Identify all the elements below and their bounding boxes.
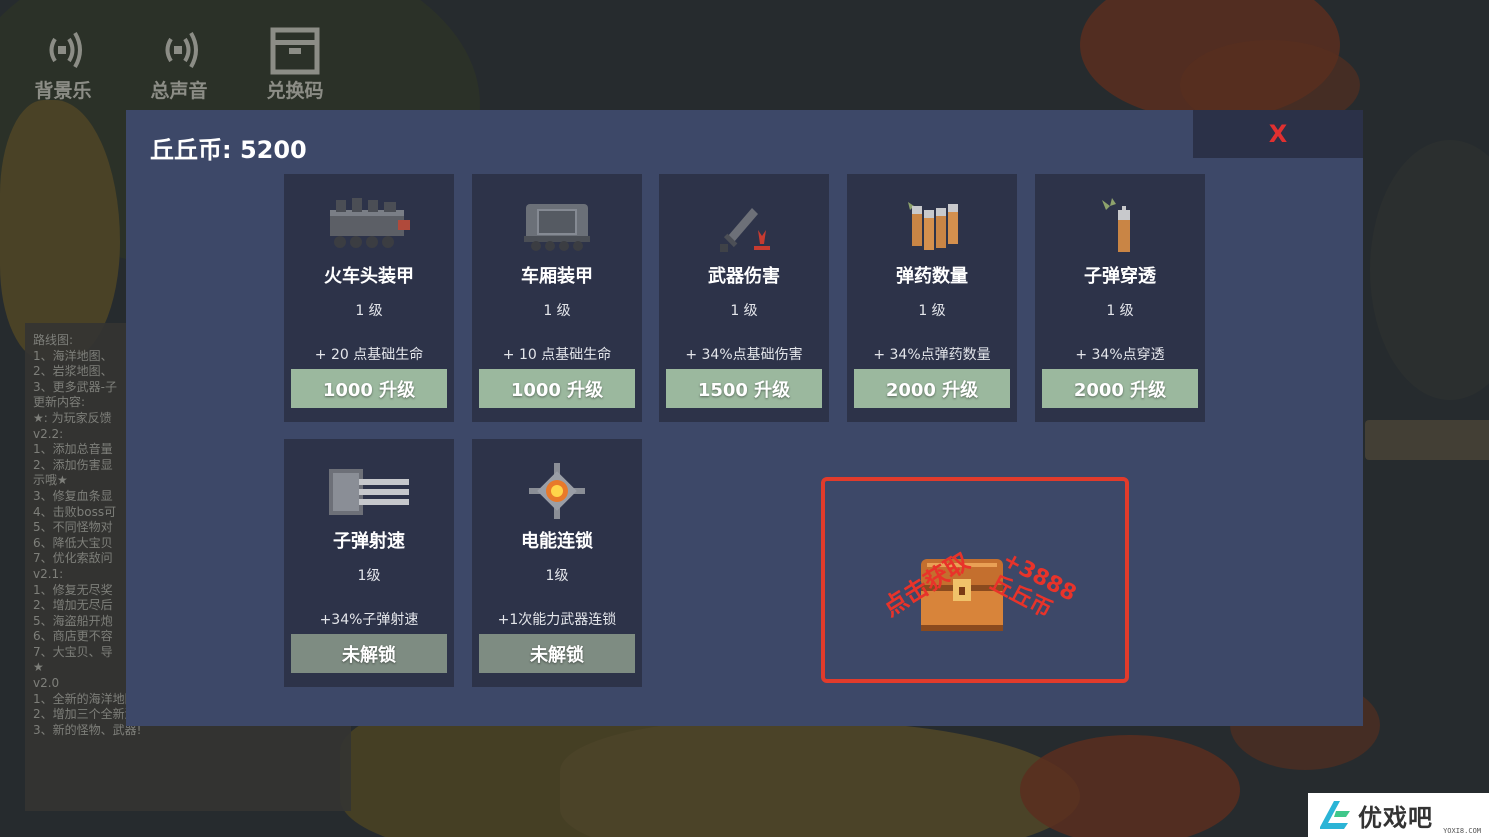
sound-wave-icon — [151, 22, 207, 78]
sound-wave-icon — [35, 22, 91, 78]
upgrade-button[interactable]: 2000 升级 — [1042, 369, 1198, 408]
redeem-code-button[interactable]: 兑换码 — [252, 22, 338, 103]
card-level: 1 级 — [918, 303, 946, 319]
close-button[interactable]: X — [1193, 110, 1363, 158]
bgm-toggle-button[interactable]: 背景乐 — [20, 22, 106, 103]
bgm-label: 背景乐 — [34, 80, 92, 102]
upgrade-card-fire-rate: 子弹射速 1级 +34%子弹射速 未解锁 — [284, 439, 454, 687]
card-title: 子弹穿透 — [1084, 266, 1156, 287]
top-options-bar: 背景乐 总声音 兑换码 — [20, 22, 338, 103]
energy-orb-icon — [472, 439, 642, 521]
card-title: 弹药数量 — [896, 266, 968, 287]
card-description: + 34%点穿透 — [1075, 347, 1165, 363]
redeem-code-label: 兑换码 — [266, 80, 324, 102]
site-logo-icon — [1320, 801, 1350, 829]
card-description: +34%子弹射速 — [319, 612, 419, 628]
sword-icon — [659, 174, 829, 256]
card-description: +1次能力武器连锁 — [497, 612, 617, 628]
card-title: 火车头装甲 — [324, 266, 414, 287]
ammo-bundle-icon — [847, 174, 1017, 256]
free-coins-chest-button[interactable]: 点击获取 +3888 丘丘币 — [821, 477, 1129, 683]
coin-balance: 丘丘币: 5200 — [150, 136, 307, 164]
card-level: 1级 — [545, 568, 569, 584]
card-level: 1级 — [357, 568, 381, 584]
card-level: 1 级 — [543, 303, 571, 319]
upgrade-button[interactable]: 1500 升级 — [666, 369, 822, 408]
site-url: YOXI8.COM — [1443, 827, 1481, 835]
card-title: 子弹射速 — [333, 531, 405, 552]
upgrade-button[interactable]: 1000 升级 — [479, 369, 635, 408]
card-level: 1 级 — [730, 303, 758, 319]
locomotive-icon — [284, 174, 454, 256]
card-title: 电能连锁 — [521, 531, 593, 552]
locked-button[interactable]: 未解锁 — [479, 634, 635, 673]
card-description: + 10 点基础生命 — [502, 347, 612, 363]
upgrade-button[interactable]: 1000 升级 — [291, 369, 447, 408]
upgrade-card-locomotive-armor: 火车头装甲 1 级 + 20 点基础生命 1000 升级 — [284, 174, 454, 422]
upgrade-card-electric-chain: 电能连锁 1级 +1次能力武器连锁 未解锁 — [472, 439, 642, 687]
site-name: 优戏吧 — [1358, 803, 1433, 832]
card-level: 1 级 — [355, 303, 383, 319]
card-description: + 20 点基础生命 — [314, 347, 424, 363]
locked-button[interactable]: 未解锁 — [291, 634, 447, 673]
upgrade-card-ammo-count: 弹药数量 1 级 + 34%点弹药数量 2000 升级 — [847, 174, 1017, 422]
bullet-icon — [1035, 174, 1205, 256]
card-description: + 34%点弹药数量 — [873, 347, 991, 363]
master-volume-label: 总声音 — [150, 80, 208, 102]
card-title: 车厢装甲 — [521, 266, 593, 287]
upgrade-card-weapon-damage: 武器伤害 1 级 + 34%点基础伤害 1500 升级 — [659, 174, 829, 422]
carriage-icon — [472, 174, 642, 256]
card-title: 武器伤害 — [708, 266, 780, 287]
gift-box-icon — [267, 22, 323, 78]
card-description: + 34%点基础伤害 — [685, 347, 803, 363]
upgrade-shop-panel: 丘丘币: 5200 X 火车头装甲 1 级 + 20 点基础生命 1000 升级 — [126, 110, 1363, 726]
upgrade-button[interactable]: 2000 升级 — [854, 369, 1010, 408]
upgrade-card-carriage-armor: 车厢装甲 1 级 + 10 点基础生命 1000 升级 — [472, 174, 642, 422]
site-watermark: 优戏吧 YOXI8.COM — [1308, 793, 1489, 837]
gatling-icon — [284, 439, 454, 521]
card-level: 1 级 — [1106, 303, 1134, 319]
master-volume-toggle-button[interactable]: 总声音 — [136, 22, 222, 103]
upgrade-card-bullet-penetration: 子弹穿透 1 级 + 34%点穿透 2000 升级 — [1035, 174, 1205, 422]
